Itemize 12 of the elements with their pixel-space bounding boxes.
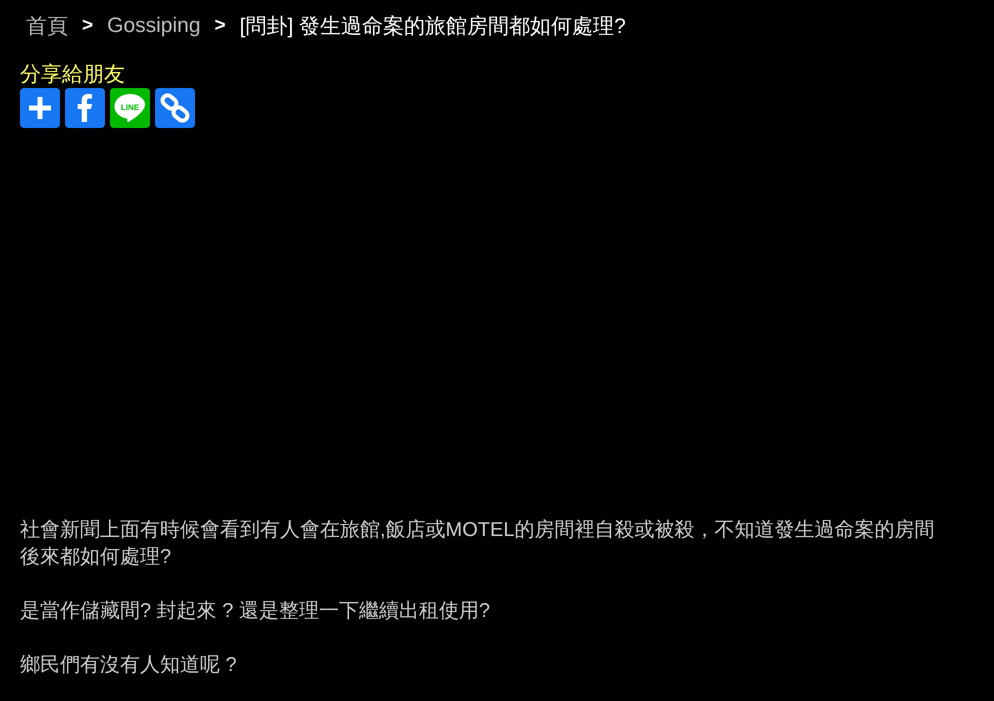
article-title: [問卦] 發生過命案的旅館房間都如何處理? (240, 14, 626, 40)
post-paragraph: 是當作儲藏間? 封起來 ? 還是整理一下繼續出租使用? (20, 599, 492, 624)
post-paragraph: 鄉民們有沒有人知道呢 ? (20, 653, 238, 678)
copy-link-button[interactable] (155, 88, 195, 128)
facebook-share-button[interactable] (65, 88, 105, 128)
share-label: 分享給朋友 (20, 62, 125, 88)
breadcrumb-link[interactable]: 首頁 (26, 12, 68, 40)
breadcrumb-separator: > (82, 15, 94, 37)
share-button[interactable] (20, 88, 60, 128)
post-paragraph: 社會新聞上面有時候會看到有人會在旅館,飯店或MOTEL的房間裡自殺或被殺，不知道發生過命案的房間後來都如何處理? (20, 518, 936, 570)
breadcrumb-separator: > (214, 15, 226, 37)
breadcrumb-link[interactable]: Gossiping (107, 14, 200, 38)
